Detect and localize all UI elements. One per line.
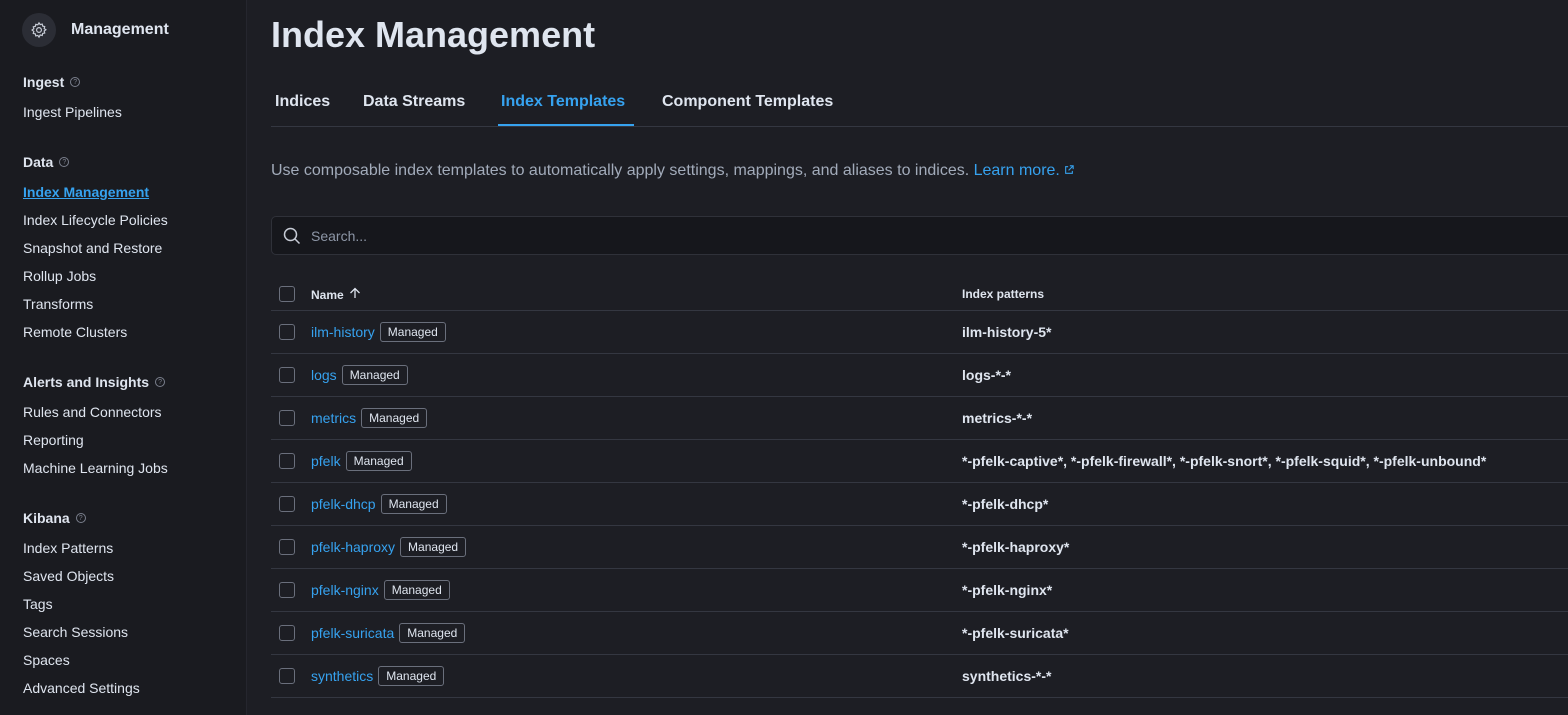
sort-ascending-icon bbox=[349, 287, 361, 302]
sidebar-item-spaces[interactable]: Spaces bbox=[23, 652, 70, 668]
sidebar-item-index-patterns[interactable]: Index Patterns bbox=[23, 540, 113, 556]
sidebar-item-advanced-settings[interactable]: Advanced Settings bbox=[23, 680, 140, 696]
search-bar bbox=[271, 216, 1568, 255]
row-checkbox[interactable] bbox=[279, 625, 295, 641]
table-row: ilm-history Managed ilm-history-5* bbox=[271, 311, 1568, 354]
index-patterns-cell: *-pfelk-dhcp* bbox=[962, 496, 1049, 512]
table-row: pfelk-nginx Managed *-pfelk-nginx* bbox=[271, 569, 1568, 612]
index-patterns-cell: ilm-history-5* bbox=[962, 324, 1052, 340]
table-header: Name Index patterns bbox=[271, 275, 1568, 311]
row-checkbox[interactable] bbox=[279, 367, 295, 383]
managed-badge: Managed bbox=[361, 408, 428, 428]
sidebar-item-ingest-pipelines[interactable]: Ingest Pipelines bbox=[23, 104, 122, 120]
sidebar-item-search-sessions[interactable]: Search Sessions bbox=[23, 624, 128, 640]
tab-indices[interactable]: Indices bbox=[275, 93, 330, 111]
learn-more-link[interactable]: Learn more. bbox=[974, 162, 1074, 179]
sidebar-item-transforms[interactable]: Transforms bbox=[23, 296, 93, 312]
sidebar-item-index-lifecycle-policies[interactable]: Index Lifecycle Policies bbox=[23, 212, 168, 228]
sidebar-item-index-management[interactable]: Index Management bbox=[23, 184, 149, 200]
template-name-link[interactable]: metrics bbox=[311, 410, 356, 426]
sidebar-title: Management bbox=[71, 21, 169, 38]
sidebar-item-machine-learning-jobs[interactable]: Machine Learning Jobs bbox=[23, 460, 168, 476]
sidebar-item-rollup-jobs[interactable]: Rollup Jobs bbox=[23, 268, 96, 284]
template-name-link[interactable]: ilm-history bbox=[311, 324, 375, 340]
page-title: Index Management bbox=[271, 14, 596, 55]
active-tab-indicator bbox=[498, 124, 634, 126]
index-patterns-cell: logs-*-* bbox=[962, 367, 1011, 383]
row-checkbox[interactable] bbox=[279, 582, 295, 598]
help-icon[interactable]: ? bbox=[75, 513, 86, 523]
managed-badge: Managed bbox=[378, 666, 445, 686]
managed-badge: Managed bbox=[400, 537, 467, 557]
select-all-checkbox[interactable] bbox=[279, 286, 295, 302]
search-input[interactable] bbox=[311, 226, 911, 246]
sidebar-item-snapshot-and-restore[interactable]: Snapshot and Restore bbox=[23, 240, 162, 256]
templates-table: Name Index patterns ilm-history Managed i… bbox=[271, 275, 1568, 698]
template-name-link[interactable]: pfelk-suricata bbox=[311, 625, 394, 641]
row-checkbox[interactable] bbox=[279, 453, 295, 469]
index-patterns-cell: metrics-*-* bbox=[962, 410, 1033, 426]
sidebar-item-reporting[interactable]: Reporting bbox=[23, 432, 84, 448]
table-row: synthetics Managed synthetics-*-* bbox=[271, 655, 1568, 698]
tab-component-templates[interactable]: Component Templates bbox=[662, 93, 833, 111]
sidebar-header: Management bbox=[22, 12, 169, 48]
index-patterns-cell: *-pfelk-nginx* bbox=[962, 582, 1053, 598]
tab-bar: Indices Data Streams Index Templates Com… bbox=[271, 88, 1568, 127]
column-header-index-patterns: Index patterns bbox=[962, 287, 1045, 301]
sidebar-item-remote-clusters[interactable]: Remote Clusters bbox=[23, 324, 127, 340]
help-icon[interactable]: ? bbox=[155, 377, 166, 387]
managed-badge: Managed bbox=[383, 580, 450, 600]
template-name-link[interactable]: pfelk-nginx bbox=[311, 582, 379, 598]
template-name-link[interactable]: pfelk bbox=[311, 453, 341, 469]
sidebar-item-saved-objects[interactable]: Saved Objects bbox=[23, 568, 114, 584]
group-title-ingest: Ingest ? bbox=[23, 74, 81, 90]
table-row: pfelk-dhcp Managed *-pfelk-dhcp* bbox=[271, 483, 1568, 526]
table-row: metrics Managed metrics-*-* bbox=[271, 397, 1568, 440]
index-patterns-cell: *-pfelk-suricata* bbox=[962, 625, 1069, 641]
index-patterns-cell: *-pfelk-haproxy* bbox=[962, 539, 1070, 555]
template-name-link[interactable]: pfelk-dhcp bbox=[311, 496, 376, 512]
main-content: Index Management Indices Data Streams In… bbox=[271, 0, 1568, 715]
table-row: pfelk Managed *-pfelk-captive*, *-pfelk-f… bbox=[271, 440, 1568, 483]
column-header-name[interactable]: Name bbox=[311, 287, 361, 302]
row-checkbox[interactable] bbox=[279, 668, 295, 684]
row-checkbox[interactable] bbox=[279, 324, 295, 340]
help-icon[interactable]: ? bbox=[70, 77, 81, 87]
managed-badge: Managed bbox=[341, 365, 408, 385]
help-icon[interactable]: ? bbox=[59, 157, 70, 167]
index-patterns-cell: *-pfelk-captive*, *-pfelk-firewall*, *-p… bbox=[962, 453, 1487, 469]
row-checkbox[interactable] bbox=[279, 410, 295, 426]
table-row: pfelk-haproxy Managed *-pfelk-haproxy* bbox=[271, 526, 1568, 569]
gear-icon[interactable] bbox=[22, 13, 56, 47]
group-title-kibana: Kibana ? bbox=[23, 510, 86, 526]
managed-badge: Managed bbox=[380, 494, 447, 514]
managed-badge: Managed bbox=[399, 623, 466, 643]
sidebar: Management Ingest ? Ingest Pipelines Dat… bbox=[0, 0, 247, 715]
index-patterns-cell: synthetics-*-* bbox=[962, 668, 1052, 684]
template-name-link[interactable]: logs bbox=[311, 367, 337, 383]
table-row: logs Managed logs-*-* bbox=[271, 354, 1568, 397]
tab-index-templates[interactable]: Index Templates bbox=[501, 93, 625, 111]
managed-badge: Managed bbox=[345, 451, 412, 471]
sidebar-item-tags[interactable]: Tags bbox=[23, 596, 53, 612]
search-icon bbox=[283, 227, 301, 250]
template-name-link[interactable]: pfelk-haproxy bbox=[311, 539, 395, 555]
group-title-alerts-and-insights: Alerts and Insights ? bbox=[23, 374, 166, 390]
sidebar-item-rules-and-connectors[interactable]: Rules and Connectors bbox=[23, 404, 162, 420]
row-checkbox[interactable] bbox=[279, 496, 295, 512]
managed-badge: Managed bbox=[379, 322, 446, 342]
row-checkbox[interactable] bbox=[279, 539, 295, 555]
description: Use composable index templates to automa… bbox=[271, 162, 1074, 180]
group-title-data: Data ? bbox=[23, 154, 70, 170]
table-row: pfelk-suricata Managed *-pfelk-suricata* bbox=[271, 612, 1568, 655]
external-link-icon bbox=[1064, 162, 1074, 180]
tab-data-streams[interactable]: Data Streams bbox=[363, 93, 465, 111]
template-name-link[interactable]: synthetics bbox=[311, 668, 373, 684]
